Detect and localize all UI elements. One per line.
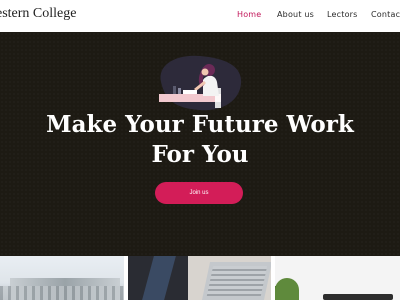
hero-section: Make Your Future Work For You Join us [0,32,400,256]
hero-heading-line2: For You [151,141,249,168]
building-photo [0,256,124,300]
laptop-photo [128,256,271,300]
desk-plant-photo [275,256,400,300]
hero-heading-line1: Make Your Future Work [46,111,354,138]
hero-heading: Make Your Future Work For You [0,110,400,170]
nav-lectors[interactable]: Lectors [327,10,358,19]
student-desk-illustration [159,55,242,111]
nav-about-us[interactable]: About us [277,10,314,19]
brand-logo[interactable]: estern College [0,6,76,22]
nav-contact[interactable]: Contact [371,10,400,19]
photo-strip [0,256,400,300]
nav-home[interactable]: Home [237,10,261,19]
person-face [201,68,209,76]
site-header: estern College Home About us Lectors Con… [0,0,400,30]
cup-shape [173,86,176,94]
join-us-button[interactable]: Join us [155,182,243,204]
paper-shape [183,90,197,94]
